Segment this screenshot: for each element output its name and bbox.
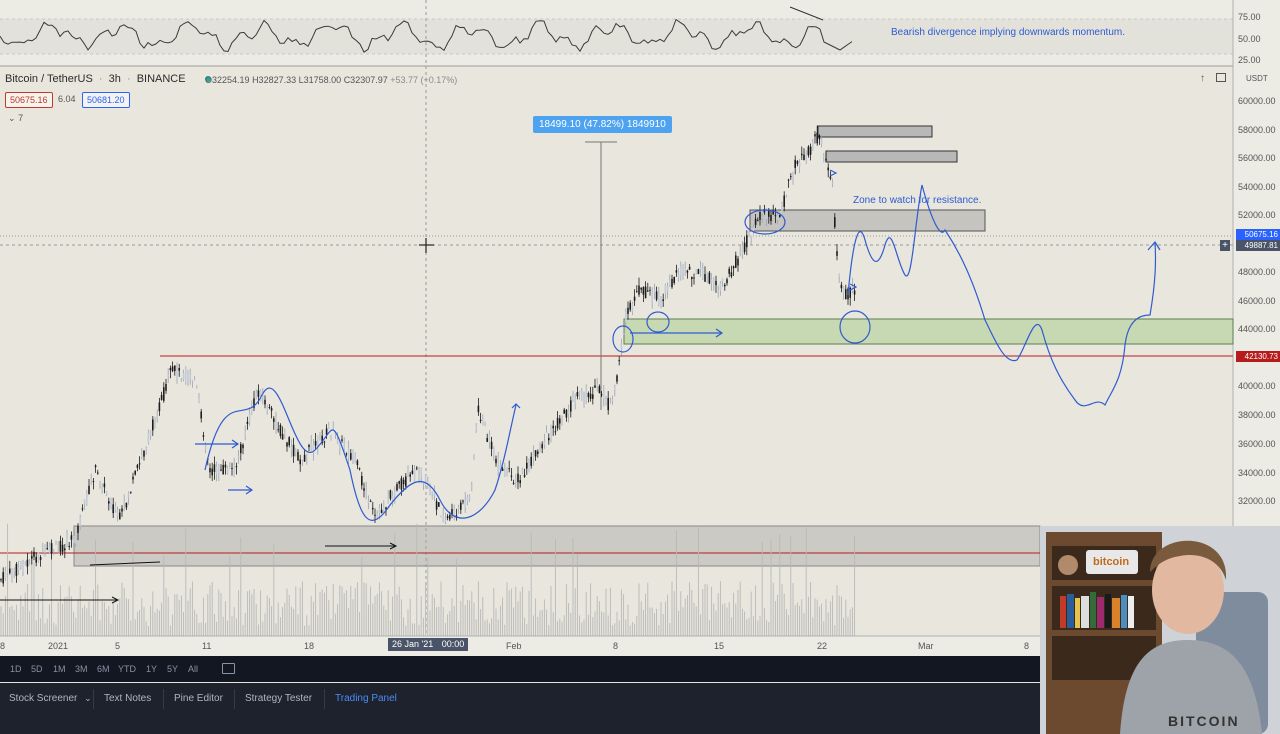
price-axis-label: 52000.00 — [1238, 210, 1276, 220]
add-alert-icon[interactable]: + — [1220, 240, 1230, 251]
chart-canvas[interactable] — [0, 0, 1280, 734]
price-axis-label: 48000.00 — [1238, 267, 1276, 277]
rsi-axis-label: 25.00 — [1238, 55, 1261, 65]
interval-label[interactable]: 3h — [109, 73, 121, 85]
bottom-panel — [0, 683, 1040, 734]
webcam-shirt-text: BITCOIN — [1168, 713, 1240, 729]
rsi-annotation[interactable]: Bearish divergence implying downwards mo… — [891, 27, 1125, 38]
time-axis-label: 15 — [714, 641, 725, 651]
spread-value: 6.04 — [58, 94, 76, 104]
open-value: O32254.19 — [205, 75, 250, 85]
rsi-axis-label: 50.00 — [1238, 34, 1261, 44]
date-range-icon[interactable] — [222, 663, 235, 674]
current-price-tag: 50675.16 — [1236, 229, 1280, 240]
tab-strategy-tester[interactable]: Strategy Tester — [245, 693, 312, 704]
cursor-time: 00:00 — [441, 639, 465, 649]
close-value: C32307.97 — [343, 75, 388, 85]
price-axis-label: 32000.00 — [1238, 496, 1276, 506]
resistance-box-mid[interactable] — [825, 150, 958, 163]
price-axis-label: 56000.00 — [1238, 153, 1276, 163]
price-axis-label: 54000.00 — [1238, 182, 1276, 192]
exchange-label: BINANCE — [136, 73, 186, 85]
indicators-count: 7 — [18, 113, 24, 123]
support-zone-green[interactable] — [623, 318, 1234, 345]
price-axis-label: 40000.00 — [1238, 381, 1276, 391]
time-axis-label: 8 — [613, 641, 619, 651]
symbol-name[interactable]: Bitcoin / TetherUS — [5, 73, 93, 85]
timeframe-5y[interactable]: 5Y — [167, 664, 178, 674]
crosshair-date-label: 26 Jan '21 00:00 — [388, 638, 469, 651]
tab-label: Stock Screener — [9, 693, 78, 704]
crosshair-price-tag: 49887.81 — [1236, 240, 1280, 251]
resistance-box-top[interactable] — [817, 125, 933, 138]
zone-annotation[interactable]: Zone to watch for resistance. — [853, 195, 981, 206]
timeframe-3m[interactable]: 3M — [75, 664, 88, 674]
crosshair-cursor — [419, 238, 434, 253]
fullscreen-icon[interactable] — [1216, 73, 1226, 82]
timeframe-ytd[interactable]: YTD — [118, 664, 136, 674]
chevron-down-icon: ⌄ — [8, 113, 16, 123]
forecast-drawings — [195, 169, 1161, 521]
price-axis-label: 36000.00 — [1238, 439, 1276, 449]
time-axis-label: 11 — [202, 641, 212, 651]
indicators-toggle[interactable]: ⌄ 7 — [8, 113, 23, 124]
arrow-up-icon[interactable]: ↑ — [1200, 73, 1205, 84]
timeframe-1m[interactable]: 1M — [53, 664, 66, 674]
tab-pine-editor[interactable]: Pine Editor — [174, 693, 223, 704]
buy-button[interactable]: 50681.20 — [82, 92, 130, 108]
high-value: H32827.33 — [252, 75, 297, 85]
timeframe-6m[interactable]: 6M — [97, 664, 110, 674]
webcam-sign-text: bitcoin — [1093, 556, 1130, 568]
timeframe-1y[interactable]: 1Y — [146, 664, 157, 674]
time-axis-label: 8 — [1024, 641, 1030, 651]
price-axis-label: 60000.00 — [1238, 96, 1276, 106]
chevron-down-icon: ⌄ — [84, 693, 92, 703]
price-axis-label: 34000.00 — [1238, 468, 1276, 478]
tab-trading-panel[interactable]: Trading Panel — [335, 693, 397, 704]
price-axis-label: 58000.00 — [1238, 125, 1276, 135]
timeframe-all[interactable]: All — [188, 664, 198, 674]
measure-badge: 18499.10 (47.82%) 1849910 — [533, 116, 672, 133]
timeframe-1d[interactable]: 1D — [10, 664, 22, 674]
webcam-feed — [1040, 526, 1280, 734]
support-zone-bottom[interactable] — [73, 525, 1041, 567]
ohlc-values: O32254.19 H32827.33 L31758.00 C32307.97 … — [205, 75, 457, 85]
low-value: L31758.00 — [298, 75, 342, 85]
price-axis-label: 44000.00 — [1238, 324, 1276, 334]
time-axis-label: 2021 — [48, 641, 69, 651]
horizontal-line-price-tag: 42130.73 — [1236, 351, 1280, 362]
tab-stock-screener[interactable]: Stock Screener ⌄ — [9, 693, 92, 704]
time-axis-label: 5 — [115, 641, 121, 651]
symbol-legend[interactable]: Bitcoin / TetherUS · 3h · BINANCE — [5, 73, 211, 85]
time-axis-label: 8 — [0, 641, 6, 651]
sell-button[interactable]: 50675.16 — [5, 92, 53, 108]
time-axis-label: Feb — [506, 641, 522, 651]
time-axis-label: 18 — [304, 641, 315, 651]
price-axis-label: 46000.00 — [1238, 296, 1276, 306]
price-axis-label: 38000.00 — [1238, 410, 1276, 420]
time-axis-label: 22 — [817, 641, 828, 651]
change-value: +53.77 (+0.17%) — [390, 75, 458, 85]
rsi-axis-label: 75.00 — [1238, 12, 1261, 22]
tab-text-notes[interactable]: Text Notes — [104, 693, 151, 704]
cursor-date: 26 Jan '21 — [392, 639, 434, 649]
time-axis-label: Mar — [918, 641, 934, 651]
price-axis-unit: USDT — [1246, 74, 1268, 83]
timeframe-5d[interactable]: 5D — [31, 664, 43, 674]
